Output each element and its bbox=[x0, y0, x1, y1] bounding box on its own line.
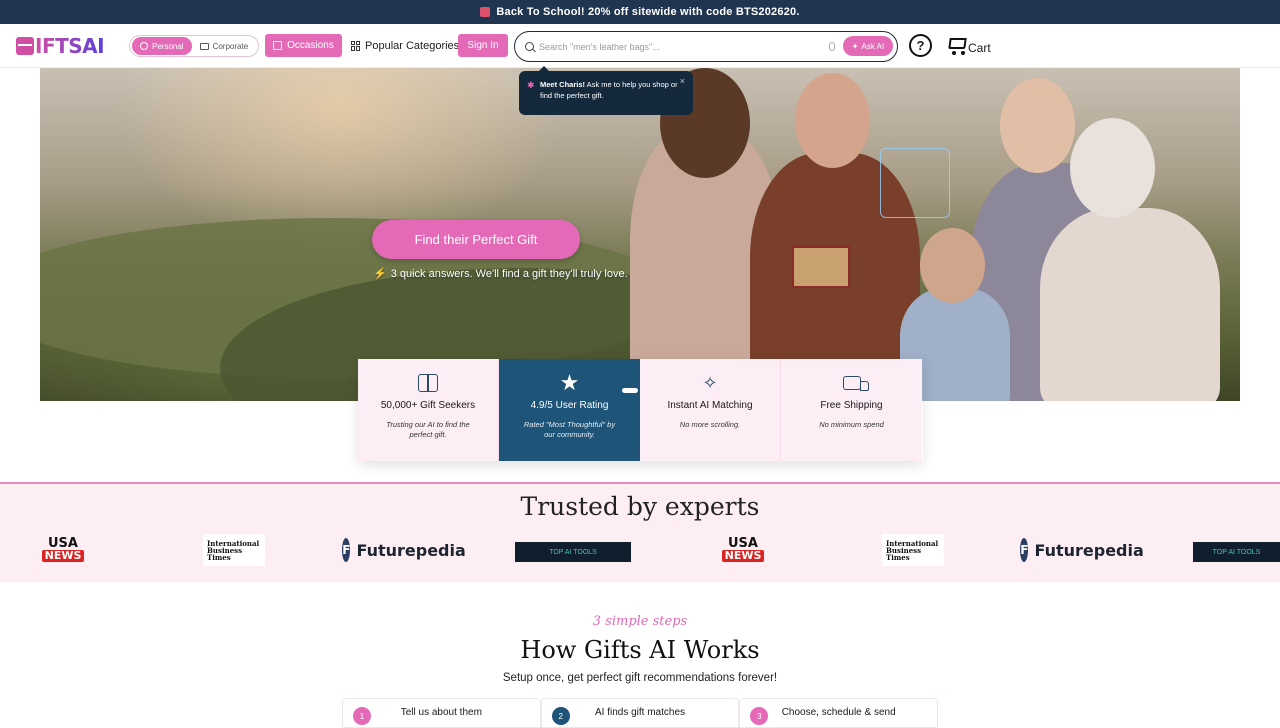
step-2[interactable]: 2 AI finds gift matches bbox=[540, 698, 740, 728]
popular-categories-button[interactable]: Popular Categories bbox=[351, 34, 459, 57]
hologram-gift-icon bbox=[880, 148, 950, 218]
step-label: Tell us about them bbox=[400, 707, 482, 718]
truck-icon bbox=[842, 376, 869, 391]
sparkle-icon: ✧ bbox=[702, 372, 718, 393]
ibt-logo: International Business Times bbox=[882, 534, 944, 566]
person-icon bbox=[140, 42, 148, 50]
logo-text: IFTSAI bbox=[35, 34, 105, 58]
star-icon: ★ bbox=[559, 370, 580, 395]
close-icon[interactable]: × bbox=[680, 76, 685, 87]
cart-button[interactable]: Cart bbox=[946, 35, 991, 55]
stat-title: 50,000+ Gift Seekers bbox=[380, 400, 476, 411]
ask-ai-label: Ask AI bbox=[861, 41, 885, 51]
stat-title: Instant AI Matching bbox=[667, 400, 753, 411]
stat-gift-seekers: 50,000+ Gift Seekers Trusting our AI to … bbox=[358, 359, 499, 461]
cart-label: Cart bbox=[968, 41, 991, 55]
stat-free-shipping: Free Shipping No minimum spend bbox=[781, 359, 922, 461]
site-header: IFTSAI Personal Corporate Occasions Popu… bbox=[0, 24, 1280, 68]
ask-ai-button[interactable]: ✦ Ask AI bbox=[843, 36, 893, 56]
logo-gift-icon bbox=[16, 37, 34, 55]
family-photo bbox=[600, 68, 1240, 401]
occasions-label: Occasions bbox=[287, 40, 334, 51]
how-kicker: 3 simple steps bbox=[592, 614, 688, 629]
find-gift-button[interactable]: Find their Perfect Gift bbox=[372, 220, 580, 259]
ibt-logo: International Business Times bbox=[203, 534, 265, 566]
promo-banner: Back To School! 20% off sitewide with co… bbox=[0, 0, 1280, 24]
stat-ai-matching: ✧ Instant AI Matching No more scrolling. bbox=[640, 359, 781, 461]
step-number: 3 bbox=[750, 707, 769, 725]
step-3[interactable]: 3 Choose, schedule & send bbox=[739, 698, 939, 728]
occasions-button[interactable]: Occasions bbox=[265, 34, 342, 57]
how-subtitle: Setup once, get perfect gift recommendat… bbox=[502, 672, 778, 684]
usa-news-logo: USA NEWS bbox=[718, 534, 768, 566]
stat-user-rating: ★ 4.9/5 User Rating Rated "Most Thoughtf… bbox=[499, 359, 640, 461]
step-label: AI finds gift matches bbox=[594, 707, 686, 718]
backpack-icon bbox=[480, 7, 491, 17]
stat-desc: Rated "Most Thoughtful" by our community… bbox=[523, 420, 616, 439]
assistant-tooltip: ✱ Meet Charis! Ask me to help you shop o… bbox=[519, 66, 693, 115]
futurepedia-logo: F Futurepedia bbox=[342, 534, 466, 566]
promo-text: Back To School! 20% off sitewide with co… bbox=[496, 6, 800, 18]
step-number: 2 bbox=[551, 707, 570, 725]
lightning-icon: ⚡ bbox=[373, 268, 387, 280]
search-input[interactable] bbox=[539, 41, 819, 52]
toggle-corporate[interactable]: Corporate bbox=[192, 37, 257, 55]
press-logos: USA NEWS International Business Times F Futu… bbox=[0, 534, 1280, 570]
step-number: 1 bbox=[353, 707, 371, 725]
sparkle-icon: ✱ bbox=[527, 80, 535, 90]
cart-icon bbox=[946, 35, 968, 55]
sign-in-button[interactable]: Sign In bbox=[458, 34, 508, 57]
stat-desc: No minimum spend bbox=[819, 420, 884, 429]
futurepedia-logo: F Futurepedia bbox=[1020, 534, 1144, 566]
stats-bar: 50,000+ Gift Seekers Trusting our AI to … bbox=[358, 359, 923, 461]
trusted-heading: Trusted by experts bbox=[520, 492, 760, 521]
search-icon bbox=[525, 42, 534, 51]
help-button[interactable]: ? bbox=[909, 34, 932, 57]
toggle-personal[interactable]: Personal bbox=[132, 37, 192, 55]
gift-box-image bbox=[792, 246, 850, 288]
sparkle-icon: ✦ bbox=[851, 41, 859, 51]
popular-categories-label: Popular Categories bbox=[365, 39, 460, 52]
toggle-personal-label: Personal bbox=[152, 41, 184, 51]
stat-title: 4.9/5 User Rating bbox=[530, 400, 609, 411]
logo[interactable]: IFTSAI bbox=[16, 34, 105, 58]
top-ai-tools-logo: TOP AI TOOLS bbox=[515, 542, 631, 562]
usa-news-logo: USA NEWS bbox=[38, 534, 88, 566]
tooltip-title: Meet Charis! bbox=[540, 80, 586, 89]
toggle-corporate-label: Corporate bbox=[212, 41, 249, 51]
audience-toggle: Personal Corporate bbox=[129, 35, 259, 57]
gift-star-icon bbox=[418, 374, 438, 392]
briefcase-icon bbox=[199, 42, 209, 50]
stat-title: Free Shipping bbox=[820, 400, 883, 411]
how-title: How Gifts AI Works bbox=[520, 636, 760, 664]
hero-subtext-label: 3 quick answers. We'll find a gift they'… bbox=[390, 268, 628, 280]
carousel-indicator[interactable] bbox=[622, 388, 638, 393]
steps-tabs: 1 Tell us about them 2 AI finds gift mat… bbox=[342, 698, 939, 728]
microphone-icon[interactable] bbox=[829, 42, 835, 51]
trusted-section: Trusted by experts USA NEWS International… bbox=[0, 482, 1280, 582]
stat-desc: Trusting our AI to find the perfect gift… bbox=[386, 420, 470, 439]
step-1[interactable]: 1 Tell us about them bbox=[342, 698, 541, 728]
grid-icon bbox=[351, 40, 361, 51]
search-bar: ✦ Ask AI bbox=[514, 31, 898, 62]
step-label: Choose, schedule & send bbox=[781, 707, 896, 718]
hero-subtext: ⚡ 3 quick answers. We'll find a gift they… bbox=[373, 267, 628, 280]
stat-desc: No more scrolling. bbox=[679, 420, 741, 429]
top-ai-tools-logo: TOP AI TOOLS bbox=[1193, 542, 1280, 562]
hero-image bbox=[40, 68, 1240, 401]
calendar-icon bbox=[273, 41, 283, 50]
